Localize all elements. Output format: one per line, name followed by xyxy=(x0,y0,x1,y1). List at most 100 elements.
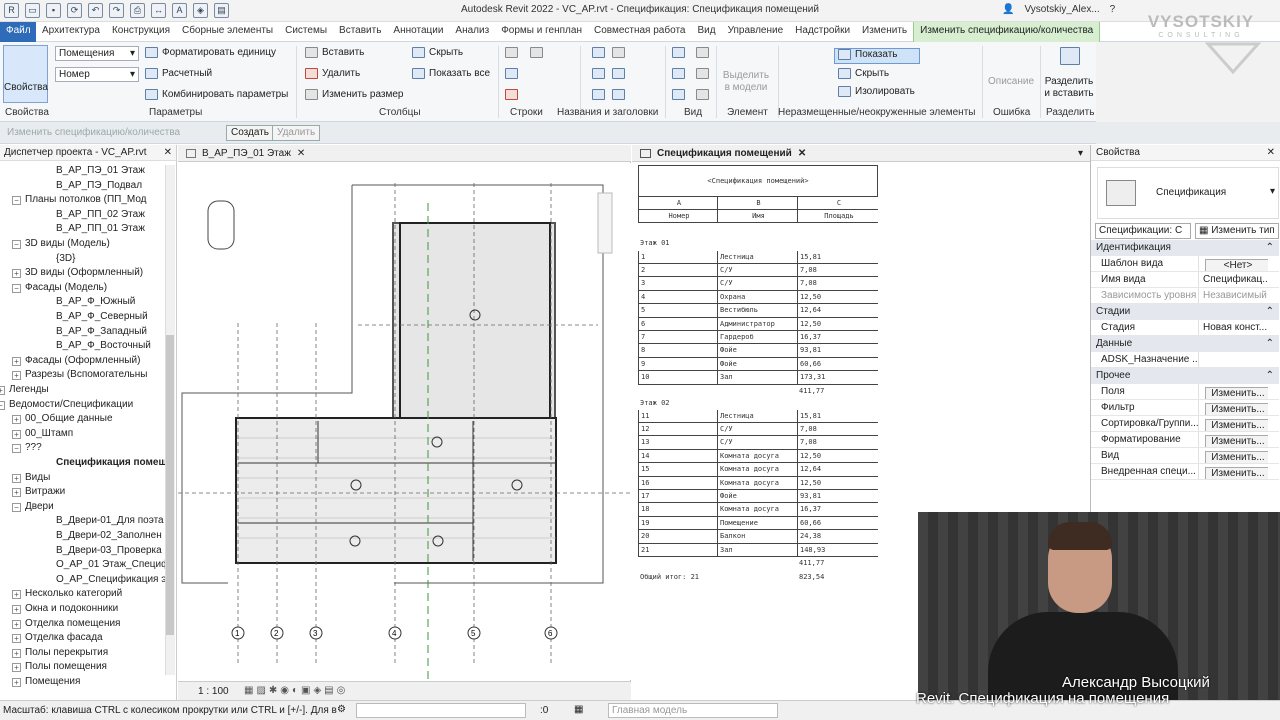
user-icon[interactable]: 👤 xyxy=(1002,4,1014,15)
close-icon[interactable]: ✕ xyxy=(1267,147,1275,158)
reset-icon[interactable] xyxy=(696,89,709,100)
navigation-bar[interactable] xyxy=(597,192,613,254)
schedule-cell[interactable]: Фойе xyxy=(717,344,797,358)
schedule-cell[interactable]: 3 xyxy=(638,277,717,291)
property-value[interactable]: Изменить... xyxy=(1198,400,1268,415)
expand-icon[interactable]: + xyxy=(12,663,21,673)
create-button[interactable]: Создать xyxy=(226,125,275,141)
schedule-cell[interactable]: 13 xyxy=(638,436,717,450)
schedule-cell[interactable]: 7,08 xyxy=(797,263,878,277)
schedule-cell[interactable]: Охрана xyxy=(717,290,797,304)
property-value[interactable]: Спецификац... xyxy=(1198,272,1268,287)
browser-item[interactable]: − Двери xyxy=(12,501,54,515)
expand-icon[interactable]: + xyxy=(12,429,21,439)
schedule-row[interactable]: 16 Комната досуга 12,50 xyxy=(638,476,878,490)
column-headers-row[interactable]: Номер Имя Площадь xyxy=(638,209,878,223)
close-icon[interactable]: ✕ xyxy=(164,147,172,158)
schedule-cell[interactable]: 12,50 xyxy=(797,317,878,331)
schedule-cell[interactable]: 11 xyxy=(638,409,717,423)
schedule-cell[interactable]: 4 xyxy=(638,290,717,304)
schedule-cell[interactable] xyxy=(717,385,797,398)
ribbon-tab[interactable]: Файл xyxy=(0,22,36,42)
instance-filter-select[interactable]: Спецификации: С xyxy=(1095,223,1191,239)
schedule-cell[interactable]: 7,08 xyxy=(797,277,878,291)
schedule-row[interactable]: 6 Администратор 12,50 xyxy=(638,317,878,331)
schedule-cell[interactable]: С/У xyxy=(717,277,797,291)
hide-element-button[interactable]: Скрыть xyxy=(838,68,889,79)
schedule-row[interactable]: 2 С/У 7,08 xyxy=(638,263,878,278)
schedule-cell[interactable]: 12,50 xyxy=(797,476,878,490)
schedule-cell[interactable]: C xyxy=(797,196,878,210)
schedule-row[interactable]: 13 С/У 7,08 xyxy=(638,436,878,450)
schedule-row[interactable]: 17 Фойе 93,81 xyxy=(638,489,878,504)
font-icon[interactable] xyxy=(672,89,685,100)
property-value[interactable]: Изменить... xyxy=(1198,464,1268,479)
browser-item[interactable]: + Отделка фасада xyxy=(12,632,103,646)
workset-icon[interactable]: ⚙ xyxy=(337,704,346,715)
close-icon[interactable]: ✕ xyxy=(297,148,305,159)
browser-item[interactable]: − Ведомости/Спецификации xyxy=(0,399,133,413)
shading-icon[interactable] xyxy=(672,47,685,58)
schedule-cell[interactable]: 14 xyxy=(638,449,717,463)
expand-icon[interactable]: + xyxy=(12,356,21,366)
schedule-cell[interactable]: 173,31 xyxy=(797,371,878,385)
schedule-cell[interactable]: 2 xyxy=(638,263,717,277)
schedule-cell[interactable]: Фойе xyxy=(717,357,797,371)
schedule-cell[interactable]: 21 xyxy=(638,543,717,557)
schedule-cell[interactable]: 7,08 xyxy=(797,422,878,436)
ribbon-tab[interactable]: Изменить xyxy=(856,22,913,42)
schedule-cell[interactable]: 7 xyxy=(638,330,717,344)
isolate-button[interactable]: Изолировать xyxy=(838,86,915,97)
floor-plan-drawing[interactable]: 1 2 3 4 5 6 xyxy=(178,163,631,680)
schedule-cell[interactable]: Общий итог: 21 xyxy=(638,571,717,584)
schedule-cell[interactable]: 9 xyxy=(638,357,717,371)
property-value[interactable]: <Нет> xyxy=(1198,256,1268,271)
schedule-cell[interactable]: Комната досуга xyxy=(717,463,797,477)
close-icon[interactable]: ✕ xyxy=(798,148,806,159)
schedule-row[interactable]: 15 Комната досуга 12,64 xyxy=(638,463,878,477)
browser-item[interactable]: +00_Штамп xyxy=(12,428,73,442)
format-unit-button[interactable]: Форматировать единицу xyxy=(145,47,276,58)
ribbon-tab[interactable]: Системы xyxy=(279,22,333,42)
expand-icon[interactable]: + xyxy=(12,648,21,658)
schedule-row[interactable]: 1 Лестница 15,81 xyxy=(638,250,878,264)
schedule-row[interactable]: 4 Охрана 12,50 xyxy=(638,290,878,305)
value-text[interactable]: Спецификац... xyxy=(1203,274,1268,285)
expand-icon[interactable]: + xyxy=(12,619,21,629)
schedule-row[interactable]: 10 Зал 173,31 xyxy=(638,371,878,385)
merge-icon[interactable] xyxy=(592,47,605,58)
plan-view-tab[interactable]: В_АР_ПЭ_01 Этаж ✕ xyxy=(178,145,631,162)
schedule-cell[interactable]: Комната досуга xyxy=(717,503,797,517)
expand-icon[interactable]: + xyxy=(12,371,21,381)
schedule-cell[interactable]: Имя xyxy=(717,209,797,223)
edit-button[interactable]: Изменить... xyxy=(1205,467,1268,479)
grand-total-row[interactable]: Общий итог: 21 823,54 xyxy=(638,571,878,584)
schedule-row[interactable]: 5 Вестибюль 12,64 xyxy=(638,304,878,318)
edit-button[interactable]: Изменить... xyxy=(1205,419,1268,431)
schedule-cell[interactable]: 17 xyxy=(638,489,717,503)
browser-item[interactable]: + Легенды xyxy=(0,384,49,398)
properties-button[interactable]: Свойства xyxy=(3,45,48,103)
scale-label[interactable]: 1 : 100 xyxy=(198,686,229,697)
browser-item[interactable]: В_Двери-01_Для поэта xyxy=(56,515,164,529)
ribbon-tab[interactable]: Аннотации xyxy=(387,22,449,42)
browser-item[interactable]: В_АР_Ф_Северный xyxy=(56,311,148,325)
expand-icon[interactable]: + xyxy=(12,269,21,279)
schedule-cell[interactable]: 93,81 xyxy=(797,344,878,358)
expand-icon[interactable]: + xyxy=(0,386,5,395)
schedule-cell[interactable]: 8 xyxy=(638,344,717,358)
borders-icon[interactable] xyxy=(672,68,685,79)
design-option-select[interactable]: Главная модель xyxy=(608,703,778,718)
schedule-cell[interactable]: 12 xyxy=(638,422,717,436)
browser-item[interactable]: − Планы потолков (ПП_Мод xyxy=(12,194,147,208)
delete-row-icon[interactable] xyxy=(505,68,518,79)
column-letters-row[interactable]: ABC xyxy=(638,196,878,210)
schedule-cell[interactable]: Лестница xyxy=(717,409,797,423)
schedule-cell[interactable]: 1 xyxy=(638,250,717,264)
group-icon[interactable] xyxy=(592,89,605,100)
schedule-cell[interactable]: 148,93 xyxy=(797,543,878,557)
schedule-cell[interactable]: 24,38 xyxy=(797,530,878,544)
schedule-cell[interactable]: 411,77 xyxy=(797,557,878,570)
schedule-row[interactable]: 12 С/У 7,08 xyxy=(638,422,878,437)
collapse-icon[interactable]: − xyxy=(12,502,21,512)
